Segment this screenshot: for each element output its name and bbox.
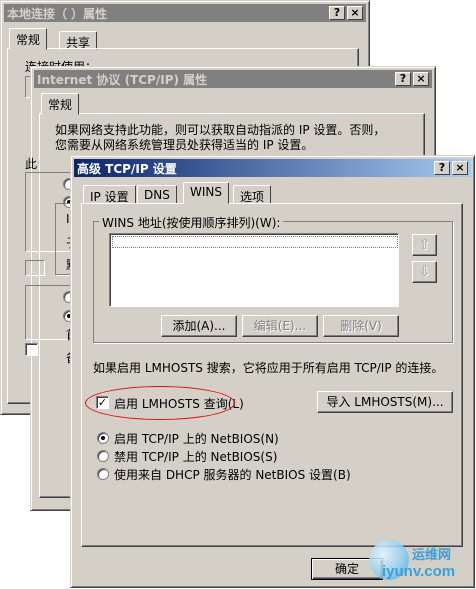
- dhcp-netbios-label[interactable]: 使用来自 DHCP 服务器的 NetBIOS 设置(B): [114, 466, 351, 483]
- advanced-tcpip-title-bar: 高级 TCP/IP 设置 ? ×: [74, 159, 471, 177]
- delete-wins-button[interactable]: 删除(V): [323, 315, 399, 337]
- radio-disable-netbios[interactable]: [97, 450, 109, 462]
- help-button[interactable]: ?: [434, 161, 450, 175]
- radio-enable-netbios[interactable]: [97, 432, 109, 444]
- arrow-up-icon: ⇧: [418, 237, 431, 253]
- add-wins-button[interactable]: 添加(A)...: [161, 315, 237, 337]
- help-button[interactable]: ?: [395, 72, 411, 86]
- tcpip-description: 如果网络支持此功能，则可以获取自动指派的 IP 设置。否则，您需要从网络系统管理…: [55, 123, 386, 152]
- radio-dhcp-netbios[interactable]: [97, 468, 109, 480]
- bg-check-1: [25, 343, 38, 356]
- tcpip-title: Internet 协议 (TCP/IP) 属性: [37, 72, 208, 87]
- bg-fragment-2: I: [66, 212, 70, 226]
- tab-wins[interactable]: WINS: [183, 182, 229, 204]
- bg-fragment-box-2: [25, 260, 45, 276]
- close-button[interactable]: ×: [413, 72, 429, 86]
- tab-general[interactable]: 常规: [41, 93, 80, 115]
- advanced-tcpip-title: 高级 TCP/IP 设置: [77, 161, 177, 176]
- watermark-line-1: 运维网: [412, 548, 452, 563]
- move-down-button[interactable]: ⇩: [412, 261, 437, 283]
- wins-list-selection: [112, 236, 398, 248]
- import-lmhosts-button[interactable]: 导入 LMHOSTS(M)...: [317, 391, 453, 413]
- advanced-tcpip-window: 高级 TCP/IP 设置 ? × IP 设置 DNS WINS 选项 WINS …: [70, 155, 475, 588]
- close-button[interactable]: ×: [347, 6, 363, 20]
- local-connection-title: 本地连接（ ）属性: [7, 6, 108, 21]
- watermark-line-2: iyunv.com: [382, 563, 456, 580]
- help-button[interactable]: ?: [329, 6, 345, 20]
- tab-general[interactable]: 常规: [9, 28, 48, 50]
- bg-fragment-1: 此: [25, 157, 38, 171]
- disable-netbios-label[interactable]: 禁用 TCP/IP 上的 NetBIOS(S): [114, 448, 277, 465]
- enable-netbios-label[interactable]: 启用 TCP/IP 上的 NetBIOS(N): [114, 430, 279, 447]
- close-button[interactable]: ×: [452, 161, 468, 175]
- edit-wins-button[interactable]: 编辑(E)...: [242, 315, 318, 337]
- move-up-button[interactable]: ⇧: [412, 234, 437, 256]
- wins-address-group-label: WINS 地址(按使用顺序排列)(W):: [99, 214, 284, 231]
- tcpip-title-bar: Internet 协议 (TCP/IP) 属性 ? ×: [34, 70, 432, 88]
- tab-ip-settings[interactable]: IP 设置: [83, 185, 136, 204]
- tab-dns[interactable]: DNS: [137, 185, 177, 204]
- lmhosts-description: 如果启用 LMHOSTS 搜索，它将应用于所有启用 TCP/IP 的连接。: [93, 361, 444, 375]
- local-connection-title-bar: 本地连接（ ）属性 ? ×: [4, 4, 366, 22]
- arrow-down-icon: ⇩: [418, 264, 431, 280]
- tab-options[interactable]: 选项: [233, 185, 272, 204]
- annotation-ellipse: [85, 386, 235, 420]
